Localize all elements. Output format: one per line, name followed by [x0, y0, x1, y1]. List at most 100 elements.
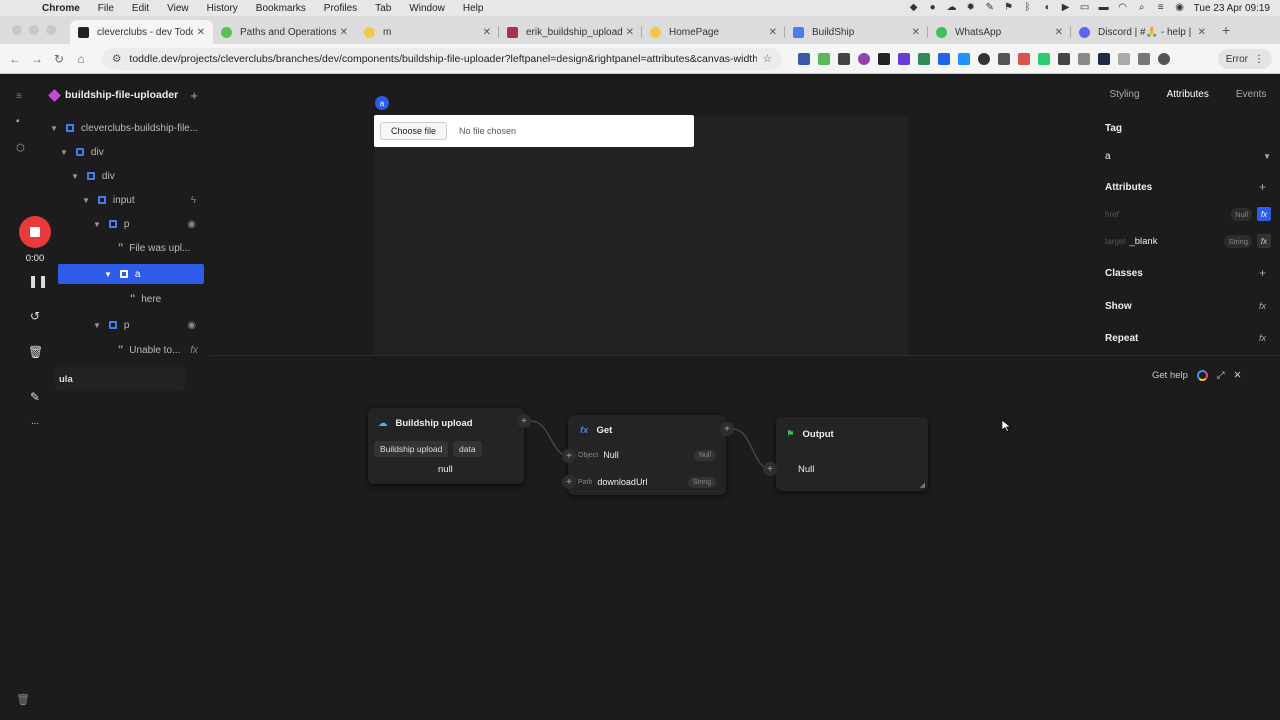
- formula-icon[interactable]: fx: [1259, 301, 1266, 311]
- formula-icon[interactable]: fx: [190, 345, 198, 356]
- extension-icon[interactable]: [998, 52, 1010, 65]
- folder-icon[interactable]: ▪: [16, 117, 26, 127]
- tree-node-div[interactable]: ▼ div: [71, 166, 115, 186]
- formula-node-get[interactable]: fx Get Object Null Null Path downloadUrl…: [568, 415, 726, 495]
- formula-icon[interactable]: fx: [1259, 333, 1266, 343]
- minimize-window-button[interactable]: [29, 25, 39, 35]
- close-tab-icon[interactable]: ✕: [197, 27, 205, 38]
- extension-icon[interactable]: [938, 52, 950, 65]
- tag-select[interactable]: a ▼: [1105, 147, 1271, 165]
- keyboard-icon[interactable]: ▭: [1080, 3, 1090, 13]
- zoom-window-button[interactable]: [46, 25, 56, 35]
- add-class-icon[interactable]: +: [1259, 266, 1266, 280]
- forward-icon[interactable]: →: [26, 52, 48, 66]
- tree-node-root[interactable]: ▼ cleverclubs-buildship-file...: [50, 118, 198, 138]
- tree-node-input[interactable]: ▼ input ϟ: [82, 190, 204, 210]
- resize-handle-icon[interactable]: ◢: [920, 481, 925, 489]
- control-center-icon[interactable]: ≡: [1156, 3, 1166, 13]
- extension-icon[interactable]: [1078, 52, 1090, 65]
- close-tab-icon[interactable]: ✕: [1198, 27, 1206, 38]
- volume-icon[interactable]: ◖: [1042, 3, 1052, 13]
- close-window-button[interactable]: [12, 25, 22, 35]
- wifi-icon[interactable]: ◠: [1118, 3, 1128, 13]
- close-tab-icon[interactable]: ✕: [1055, 27, 1063, 38]
- tree-node-p[interactable]: ▼ p ◉: [93, 315, 204, 335]
- tab-whatsapp[interactable]: WhatsApp ✕: [928, 20, 1071, 44]
- record-icon[interactable]: ●: [928, 3, 938, 13]
- site-info-icon[interactable]: ⚙: [112, 53, 121, 65]
- menu-file[interactable]: File: [98, 3, 114, 14]
- home-icon[interactable]: ⌂: [70, 52, 92, 66]
- search-icon[interactable]: ⌕: [1137, 3, 1147, 13]
- back-icon[interactable]: ←: [4, 52, 26, 66]
- cloud-icon[interactable]: ☁: [947, 3, 957, 13]
- menu-help[interactable]: Help: [463, 3, 484, 14]
- tab-events[interactable]: Events: [1236, 89, 1267, 100]
- bookmark-star-icon[interactable]: ☆: [763, 53, 772, 65]
- menu-window[interactable]: Window: [409, 3, 445, 14]
- choose-file-button[interactable]: Choose file: [380, 122, 448, 140]
- get-input-object[interactable]: Object Null Null: [568, 445, 726, 465]
- address-bar[interactable]: ⚙ toddle.dev/projects/cleverclubs/branch…: [102, 47, 782, 70]
- extension-icon[interactable]: [1098, 52, 1110, 65]
- edit-icon[interactable]: ✎: [985, 3, 995, 13]
- error-button[interactable]: Error ⋮: [1217, 49, 1272, 69]
- formula-node-buildship-upload[interactable]: ☁ Buildship upload Buildship upload data…: [368, 408, 524, 484]
- chevron-down-icon[interactable]: ▼: [71, 172, 79, 181]
- close-tab-icon[interactable]: ✕: [769, 27, 777, 38]
- flag-icon[interactable]: ⚑: [1004, 3, 1014, 13]
- visibility-eye-icon[interactable]: ◉: [187, 320, 196, 331]
- new-tab-icon[interactable]: +: [1222, 22, 1230, 38]
- extension-icon[interactable]: [978, 52, 990, 65]
- package-icon[interactable]: ⬡: [16, 144, 26, 154]
- gear-icon[interactable]: ✹: [966, 3, 976, 13]
- tab-m[interactable]: m ✕: [356, 20, 499, 44]
- design-canvas[interactable]: [374, 115, 908, 355]
- chevron-down-icon[interactable]: ▼: [50, 124, 58, 133]
- tab-discord[interactable]: Discord | #🙏 - help | to ✕: [1071, 20, 1214, 44]
- get-help-button[interactable]: Get help: [1152, 370, 1188, 381]
- attribute-row-href[interactable]: href Null fx: [1105, 206, 1271, 222]
- tree-node-text[interactable]: " File was upl...: [118, 238, 190, 258]
- expand-icon[interactable]: ⤢: [1217, 370, 1225, 381]
- tab-homepage[interactable]: HomePage ✕: [642, 20, 785, 44]
- close-icon[interactable]: ✕: [1234, 370, 1242, 381]
- chevron-down-icon[interactable]: ▼: [104, 270, 112, 279]
- add-input-icon[interactable]: +: [562, 449, 576, 463]
- formula-icon[interactable]: fx: [1257, 234, 1271, 248]
- stop-recording-button[interactable]: [19, 216, 51, 248]
- add-node-icon[interactable]: +: [517, 414, 531, 428]
- extension-icon[interactable]: [1118, 52, 1130, 65]
- add-element-icon[interactable]: +: [190, 88, 198, 103]
- extension-icon[interactable]: [1138, 52, 1150, 65]
- extension-icon[interactable]: [1038, 52, 1050, 65]
- add-input-icon[interactable]: +: [763, 462, 777, 476]
- extension-icon[interactable]: [918, 52, 930, 65]
- close-tab-icon[interactable]: ✕: [626, 27, 634, 38]
- battery-icon[interactable]: ▬: [1099, 3, 1109, 13]
- pause-icon[interactable]: ❚❚: [28, 274, 48, 288]
- menu-tab[interactable]: Tab: [375, 3, 391, 14]
- play-icon[interactable]: ▶: [1061, 3, 1071, 13]
- chevron-down-icon[interactable]: ▼: [60, 148, 68, 157]
- tree-node-text[interactable]: " here: [130, 289, 161, 309]
- extension-icon[interactable]: [1058, 52, 1070, 65]
- extension-icon[interactable]: [1018, 52, 1030, 65]
- tab-toddle[interactable]: cleverclubs - dev Toddle ✕: [70, 20, 213, 44]
- chevron-down-icon[interactable]: ▼: [93, 220, 101, 229]
- close-tab-icon[interactable]: ✕: [483, 27, 491, 38]
- menu-app-name[interactable]: Chrome: [42, 3, 80, 14]
- formula-icon[interactable]: fx: [1257, 207, 1271, 221]
- help-ring-icon[interactable]: [1196, 370, 1208, 381]
- tree-node-a-selected[interactable]: ▼ a: [58, 264, 204, 284]
- menu-history[interactable]: History: [207, 3, 238, 14]
- tab-paths-operations[interactable]: Paths and Operations ✕: [213, 20, 356, 44]
- pencil-icon[interactable]: ✎: [28, 390, 42, 404]
- tree-node-p[interactable]: ▼ p ◉: [93, 214, 204, 234]
- profile-avatar[interactable]: [1158, 52, 1170, 65]
- menu-bookmarks[interactable]: Bookmarks: [256, 3, 306, 14]
- extension-icon[interactable]: [858, 52, 870, 65]
- menubar-datetime[interactable]: Tue 23 Apr 09:19: [1194, 3, 1270, 14]
- extension-icon[interactable]: [958, 52, 970, 65]
- add-node-icon[interactable]: +: [720, 422, 734, 436]
